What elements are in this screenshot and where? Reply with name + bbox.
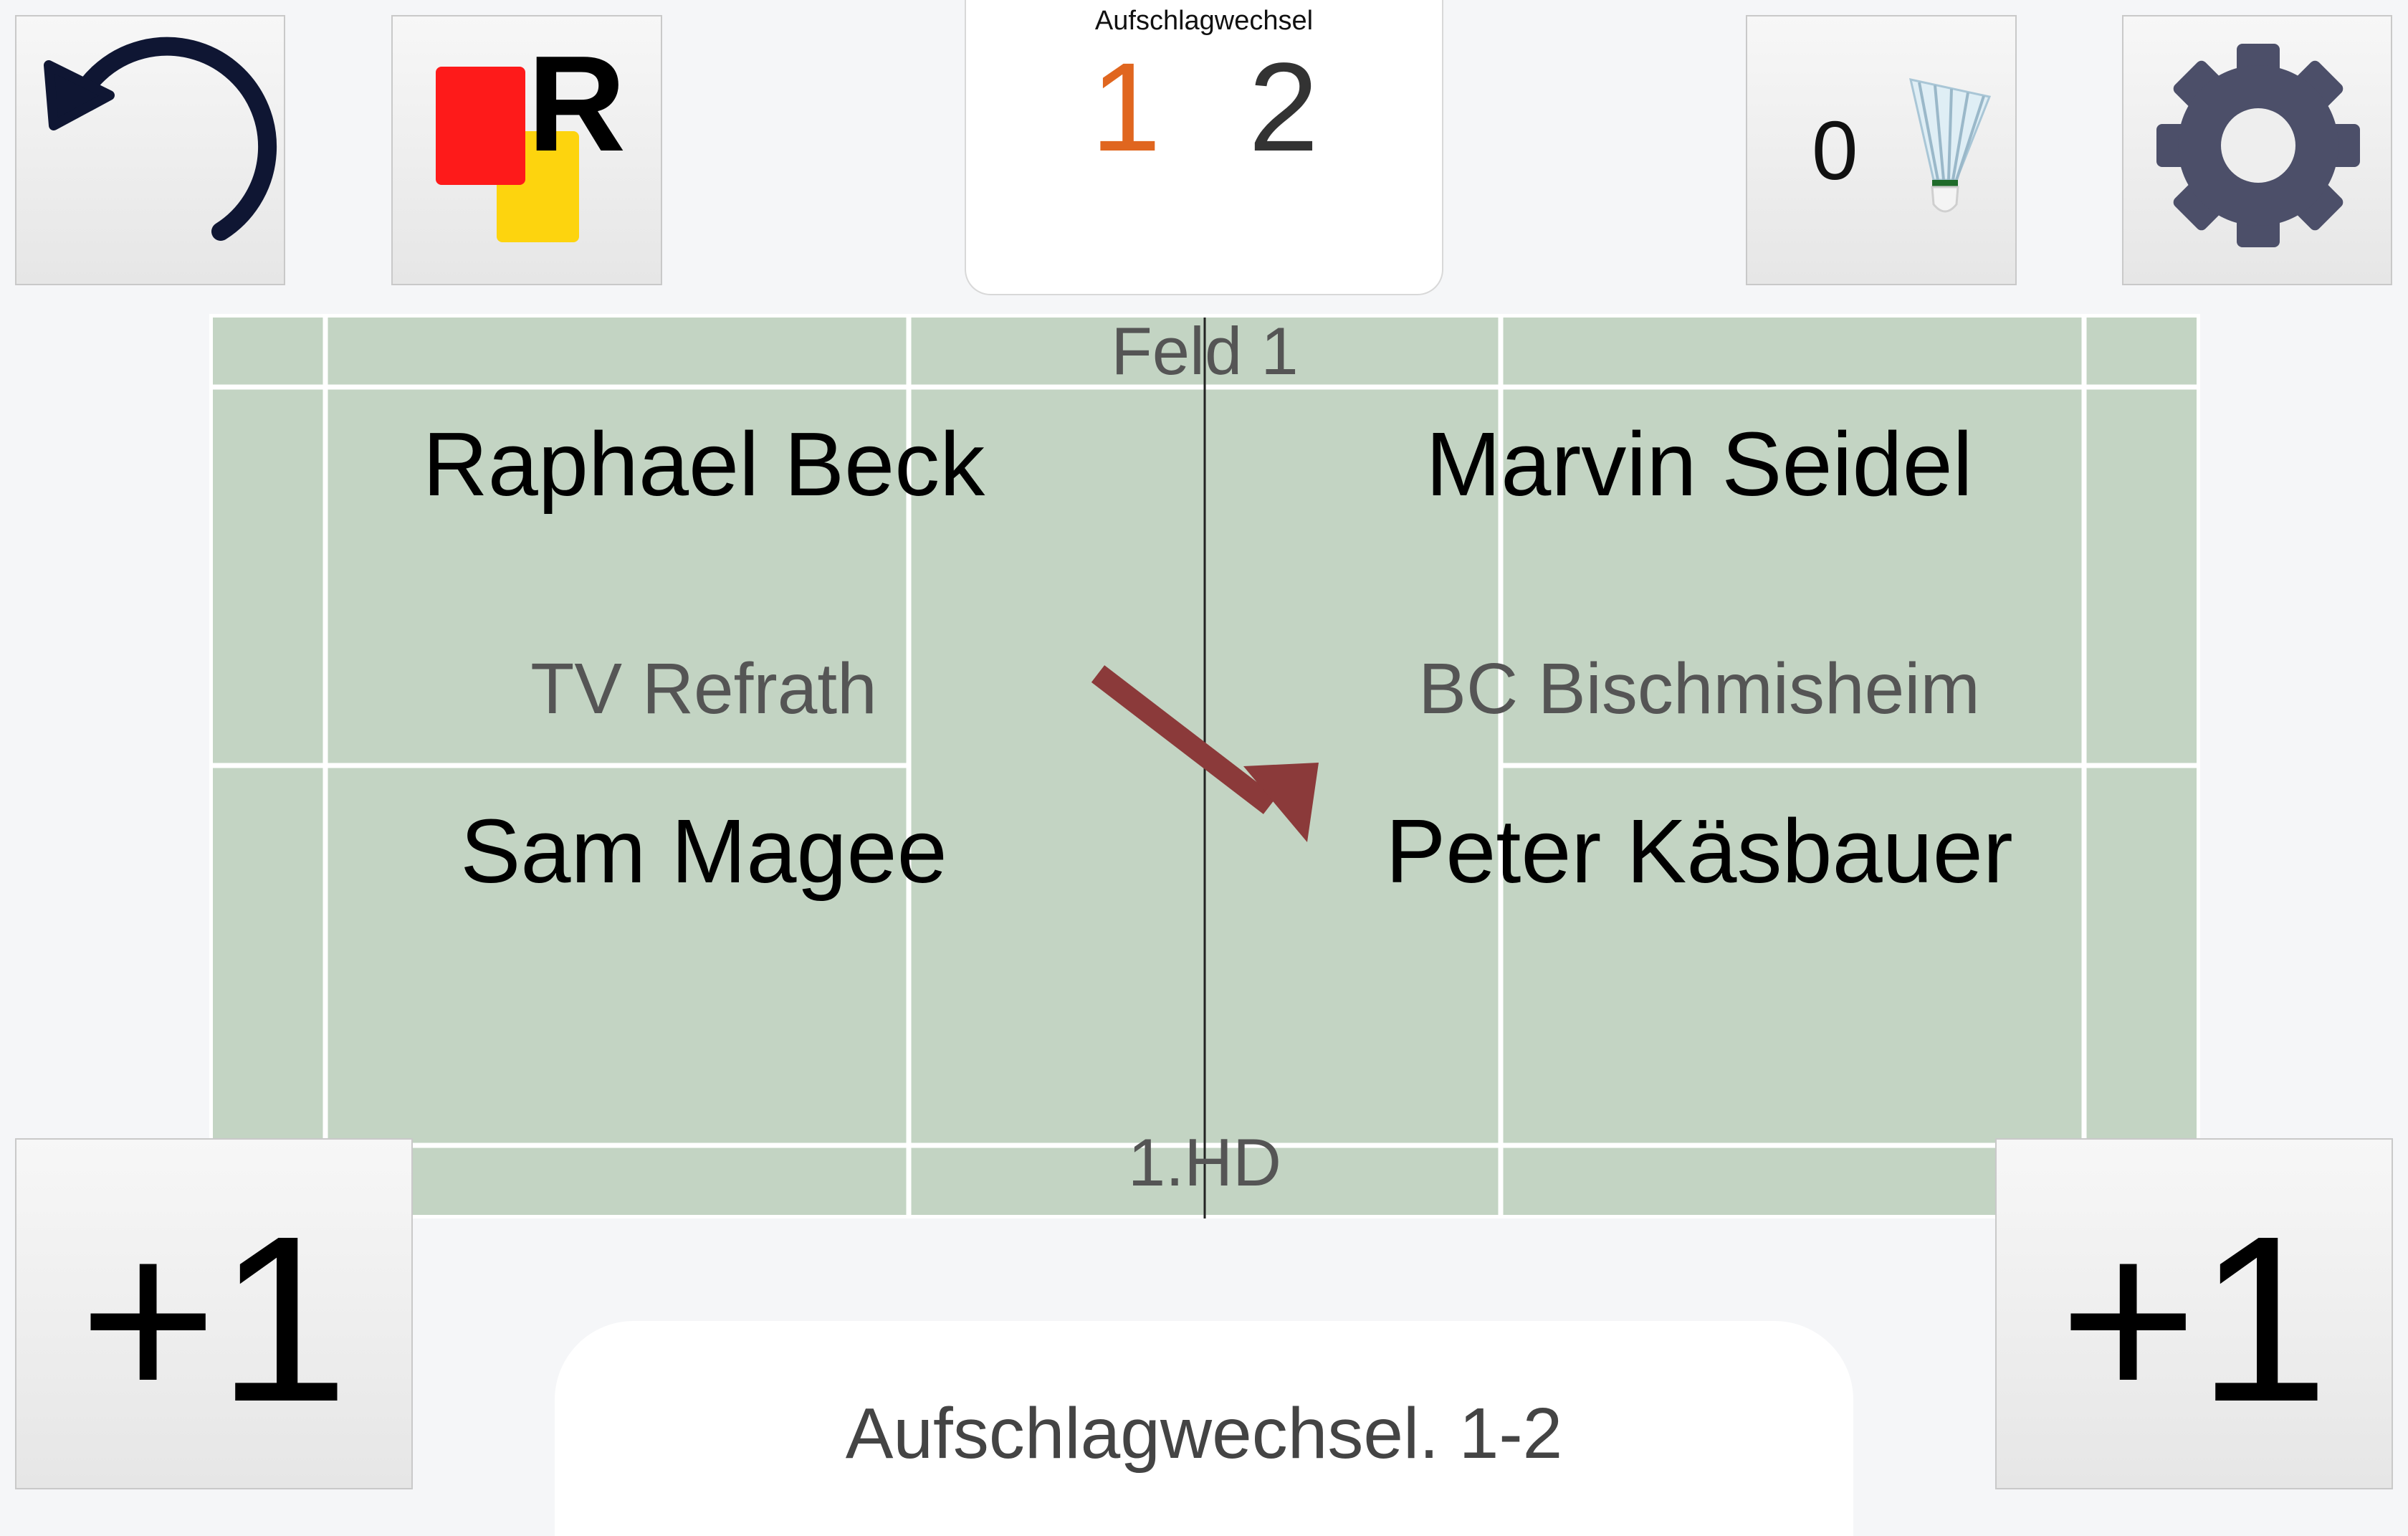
cards-letter: R [527,28,626,180]
right-score: 2 [1248,37,1319,178]
status-text: Aufschlagwechsel. 1-2 [845,1393,1563,1474]
left-point-button[interactable]: +1 [15,1138,413,1489]
right-player-2[interactable]: Peter Käsbauer [1205,801,2194,902]
badminton-court: Feld 1 1.HD Raphael Beck TV Refrath Sam … [209,314,2200,1218]
shuttle-counter-button[interactable]: 0 [1746,15,2017,285]
left-team-name: TV Refrath [530,649,877,729]
field-label: Feld 1 [1111,313,1299,388]
gear-icon [2156,44,2360,247]
score-label: Aufschlagwechsel [1094,6,1314,36]
right-point-label: +1 [2059,1186,2329,1451]
scoreboard: Aufschlagwechsel 1 2 [965,0,1443,295]
undo-arrow-icon [44,37,277,241]
left-score: 1 [1091,37,1161,178]
left-point-label: +1 [79,1186,349,1451]
left-player-1[interactable]: Raphael Beck [209,414,1198,515]
status-panel: Aufschlagwechsel. 1-2 [555,1321,1853,1536]
left-player-2[interactable]: Sam Magee [209,801,1198,902]
right-team-name: BC Bischmisheim [1418,649,1980,729]
undo-button[interactable] [15,15,285,285]
shuttlecock-icon [1909,78,1992,213]
settings-button[interactable] [2122,15,2392,285]
discipline-label: 1.HD [1127,1125,1282,1200]
right-point-button[interactable]: +1 [1995,1138,2393,1489]
right-player-1[interactable]: Marvin Seidel [1205,414,2194,515]
referee-cards-button[interactable]: R [391,15,662,285]
